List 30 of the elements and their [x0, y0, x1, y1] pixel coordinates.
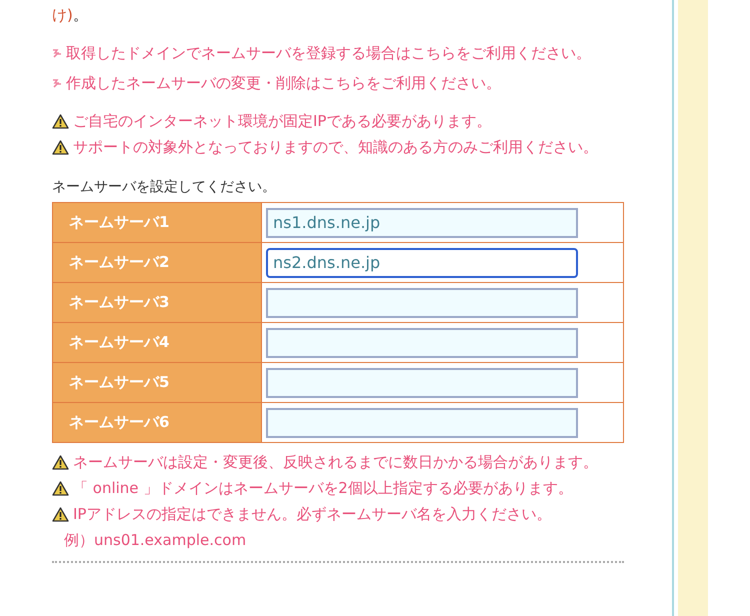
- warning-icon: [52, 506, 69, 522]
- arrow-icon: [52, 78, 62, 88]
- field-label: ネームサーバ1: [52, 202, 262, 242]
- example-text: 例）uns01.example.com: [64, 531, 246, 549]
- nameserver-field[interactable]: ns2.dns.ne.jp: [266, 248, 578, 278]
- warning-text: 「 online 」ドメインはネームサーバを2個以上指定する必要があります。: [73, 478, 573, 499]
- field-label: ネームサーバ3: [52, 282, 262, 322]
- text-link[interactable]: け): [52, 6, 73, 24]
- nameserver-field[interactable]: ns1.dns.ne.jp: [266, 208, 578, 238]
- punctuation: 。: [72, 6, 88, 24]
- warning-text: サポートの対象外となっておりますので、知識のある方のみご利用ください。: [73, 137, 598, 158]
- nameserver-field[interactable]: [266, 328, 578, 358]
- form-label: ネームサーバを設定してください。: [52, 178, 277, 196]
- warning-text: IPアドレスの指定はできません。必ずネームサーバ名を入力ください。: [73, 504, 552, 525]
- nameserver-field[interactable]: [266, 408, 578, 438]
- warning-icon: [52, 140, 69, 154]
- text-link[interactable]: 取得したドメインでネームサーバを登録する場合はこちらをご利用ください。: [66, 38, 591, 68]
- warning-text: ネームサーバは設定・変更後、反映されるまでに数日かかる場合があります。: [73, 452, 598, 473]
- arrow-icon: [52, 48, 62, 58]
- warning-icon: [52, 114, 69, 128]
- warning-icon: [52, 480, 69, 496]
- nameserver-field[interactable]: [266, 288, 578, 318]
- field-label: ネームサーバ4: [52, 322, 262, 362]
- warning-text: ご自宅のインターネット環境が固定IPである必要があります。: [73, 111, 492, 132]
- nameserver-field[interactable]: [266, 368, 578, 398]
- field-label: ネームサーバ6: [52, 402, 262, 442]
- text-link[interactable]: 作成したネームサーバの変更・削除はこちらをご利用ください。: [66, 68, 501, 98]
- field-label: ネームサーバ5: [52, 362, 262, 402]
- field-label: ネームサーバ2: [52, 242, 262, 282]
- warning-icon: [52, 454, 69, 470]
